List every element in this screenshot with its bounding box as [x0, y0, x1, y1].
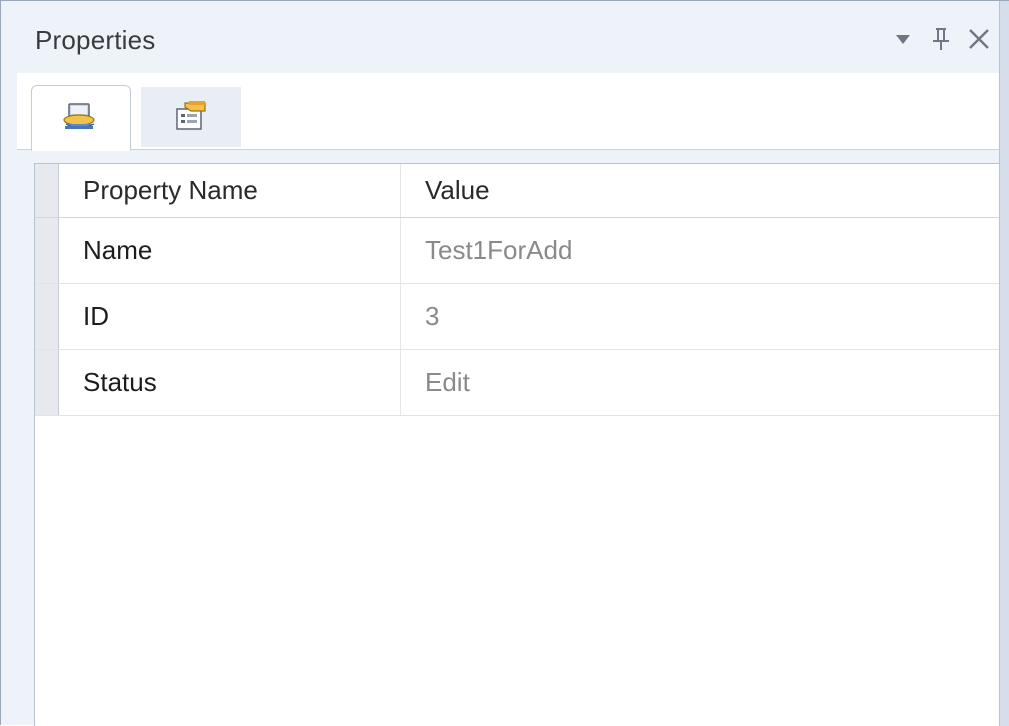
tab-folder-properties[interactable] — [141, 87, 241, 147]
column-header-value[interactable]: Value — [401, 164, 1001, 217]
row-selector — [35, 164, 59, 217]
property-value-cell[interactable]: Edit — [401, 350, 1001, 415]
row-selector[interactable] — [35, 284, 59, 349]
panel-right-edge — [999, 1, 1009, 726]
properties-tabstrip — [17, 73, 1001, 151]
property-value-cell[interactable]: Test1ForAdd — [401, 218, 1001, 283]
property-name-cell: Status — [59, 350, 401, 415]
grid-header-row: Property Name Value — [35, 164, 1001, 218]
properties-grid: Property Name Value Name Test1ForAdd ID … — [34, 163, 1001, 726]
property-value-cell[interactable]: 3 — [401, 284, 1001, 349]
folder-properties-icon — [171, 97, 211, 138]
table-row[interactable]: Status Edit — [35, 350, 1001, 416]
properties-panel: Properties Property Name Value Name Test… — [0, 0, 1009, 726]
pin-icon[interactable] — [929, 27, 953, 51]
table-row[interactable]: Name Test1ForAdd — [35, 218, 1001, 284]
entity-properties-icon — [61, 98, 101, 139]
row-selector[interactable] — [35, 350, 59, 415]
close-icon[interactable] — [967, 27, 991, 51]
column-header-property-name[interactable]: Property Name — [59, 164, 401, 217]
chevron-down-icon[interactable] — [891, 27, 915, 51]
property-name-cell: ID — [59, 284, 401, 349]
row-selector[interactable] — [35, 218, 59, 283]
tab-entity-properties[interactable] — [31, 85, 131, 151]
title-bar: Properties — [1, 1, 1001, 73]
table-row[interactable]: ID 3 — [35, 284, 1001, 350]
title-controls — [891, 21, 991, 57]
panel-title: Properties — [35, 25, 156, 55]
property-name-cell: Name — [59, 218, 401, 283]
